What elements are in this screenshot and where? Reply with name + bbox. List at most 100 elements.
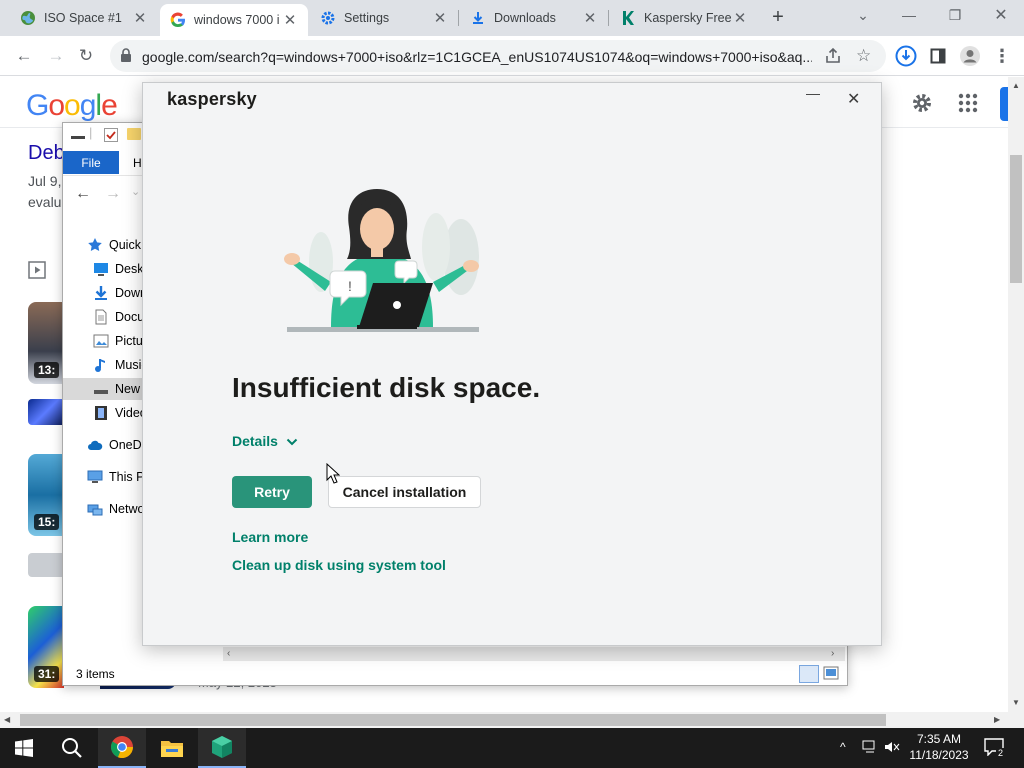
close-tab-icon[interactable]: ✕ bbox=[282, 11, 298, 29]
new-folder-icon[interactable] bbox=[127, 128, 141, 140]
minimize-button[interactable]: — bbox=[803, 85, 823, 101]
cancel-installation-button[interactable]: Cancel installation bbox=[328, 476, 481, 508]
result-title-link[interactable]: Deb bbox=[28, 142, 65, 165]
music-note-icon bbox=[93, 357, 109, 373]
google-logo[interactable]: Google bbox=[26, 89, 118, 123]
scrollbar-thumb[interactable] bbox=[20, 714, 886, 726]
volume-muted-icon[interactable] bbox=[884, 740, 900, 757]
new-tab-button[interactable]: + bbox=[766, 6, 790, 30]
close-tab-icon[interactable]: ✕ bbox=[432, 9, 448, 27]
details-toggle[interactable]: Details bbox=[232, 433, 298, 449]
nav-music[interactable]: Music bbox=[93, 354, 148, 376]
confused-woman-illustration: ! bbox=[284, 189, 479, 332]
globe-icon bbox=[20, 10, 36, 26]
details-view-icon[interactable] bbox=[799, 665, 819, 683]
system-clock[interactable]: 7:35 AM 11/18/2023 bbox=[904, 731, 974, 763]
file-explorer-taskbar-icon[interactable] bbox=[148, 728, 196, 768]
lock-icon[interactable] bbox=[120, 48, 132, 65]
url-text[interactable]: google.com/search?q=windows+7000+iso&rlz… bbox=[142, 49, 812, 65]
side-panel-icon[interactable] bbox=[926, 44, 950, 68]
item-count-status: 3 items bbox=[76, 667, 115, 681]
retry-button[interactable]: Retry bbox=[232, 476, 312, 508]
close-tab-icon[interactable]: ✕ bbox=[132, 9, 148, 27]
video-duration: 31: bbox=[34, 666, 60, 682]
horizontal-scrollbar[interactable]: ◀ ▶ bbox=[0, 712, 1024, 728]
scroll-up-icon[interactable]: ▲ bbox=[1012, 81, 1020, 90]
drive-icon bbox=[93, 381, 109, 397]
scrollbar-thumb[interactable] bbox=[1010, 155, 1022, 283]
kaspersky-taskbar-icon[interactable] bbox=[198, 728, 246, 768]
search-icon[interactable] bbox=[48, 728, 96, 768]
chrome-taskbar-icon[interactable] bbox=[98, 728, 146, 768]
close-tab-icon[interactable]: ✕ bbox=[732, 9, 748, 27]
kaspersky-installer-window: kaspersky — ✕ ! Insufficient disk space.… bbox=[142, 82, 882, 646]
close-button[interactable]: ✕ bbox=[847, 89, 860, 109]
tab-separator bbox=[458, 10, 459, 26]
nav-desktop[interactable]: Deskt bbox=[93, 258, 147, 280]
document-icon bbox=[93, 309, 109, 325]
video-thumbnail[interactable] bbox=[28, 399, 64, 425]
profile-avatar-icon[interactable] bbox=[958, 44, 982, 68]
video-duration: 13: bbox=[34, 362, 60, 378]
back-arrow-icon[interactable]: ← bbox=[12, 44, 36, 68]
tab-iso-space[interactable]: ISO Space #1 ✕ bbox=[10, 0, 158, 36]
vertical-scrollbar[interactable]: ▲ ▼ bbox=[1008, 77, 1024, 714]
tab-downloads[interactable]: Downloads ✕ bbox=[460, 0, 608, 36]
nav-videos[interactable]: Video bbox=[93, 402, 147, 424]
tab-search-chevron-icon[interactable]: ⌄ bbox=[840, 0, 886, 30]
back-arrow-icon[interactable]: ← bbox=[75, 185, 91, 203]
recent-chevron-icon[interactable]: ⌄ bbox=[131, 185, 140, 198]
windows-taskbar: ^ 7:35 AM 11/18/2023 2 bbox=[0, 728, 1024, 768]
file-menu-tab[interactable]: File bbox=[63, 151, 119, 174]
settings-gear-icon[interactable] bbox=[910, 91, 934, 118]
scroll-right-icon[interactable]: › bbox=[831, 648, 834, 659]
network-status-icon[interactable] bbox=[862, 740, 878, 757]
sign-in-button[interactable] bbox=[1000, 87, 1008, 121]
video-thumbnail[interactable] bbox=[28, 553, 64, 577]
google-icon bbox=[170, 12, 186, 28]
forward-arrow-icon[interactable]: → bbox=[105, 185, 121, 203]
bookmark-star-icon[interactable]: ☆ bbox=[856, 46, 871, 66]
nav-documents[interactable]: Docu bbox=[93, 306, 144, 328]
reload-icon[interactable]: ↻ bbox=[74, 44, 98, 68]
show-hidden-icons-chevron[interactable]: ^ bbox=[840, 740, 846, 754]
start-button[interactable] bbox=[0, 728, 48, 768]
scroll-down-icon[interactable]: ▼ bbox=[1012, 698, 1020, 707]
download-status-icon[interactable] bbox=[894, 44, 918, 68]
tab-settings[interactable]: Settings ✕ bbox=[310, 0, 458, 36]
scroll-left-icon[interactable]: ‹ bbox=[227, 648, 230, 659]
tab-google-search[interactable]: windows 7000 i ✕ bbox=[160, 4, 308, 36]
address-bar[interactable]: google.com/search?q=windows+7000+iso&rlz… bbox=[110, 40, 886, 72]
share-icon[interactable] bbox=[824, 47, 842, 68]
learn-more-link[interactable]: Learn more bbox=[232, 529, 308, 545]
star-icon bbox=[87, 237, 103, 253]
scroll-left-icon[interactable]: ◀ bbox=[4, 715, 10, 724]
chrome-menu-icon[interactable]: ⋮ bbox=[990, 44, 1014, 68]
cleanup-disk-link[interactable]: Clean up disk using system tool bbox=[232, 557, 446, 573]
close-window-button[interactable]: ✕ bbox=[978, 0, 1024, 30]
cloud-icon bbox=[87, 437, 103, 453]
tab-kaspersky[interactable]: Kaspersky Free ✕ bbox=[610, 0, 758, 36]
google-apps-icon[interactable] bbox=[958, 93, 978, 116]
nav-onedrive[interactable]: OneDri bbox=[87, 434, 149, 456]
minimize-button[interactable]: — bbox=[886, 0, 932, 30]
nav-network[interactable]: Netwo bbox=[87, 498, 144, 520]
film-icon bbox=[93, 405, 109, 421]
explorer-hscrollbar[interactable]: ‹ › bbox=[223, 647, 845, 661]
clock-time: 7:35 AM bbox=[916, 732, 962, 746]
kaspersky-logo: kaspersky bbox=[167, 89, 257, 109]
restore-button[interactable]: ❐ bbox=[932, 0, 978, 30]
properties-check-icon[interactable] bbox=[103, 127, 119, 146]
nav-downloads[interactable]: Down bbox=[93, 282, 147, 304]
large-icons-view-icon[interactable] bbox=[823, 666, 841, 682]
clock-date: 11/18/2023 bbox=[909, 748, 969, 762]
toolbar-separator: | bbox=[89, 125, 93, 140]
scroll-right-icon[interactable]: ▶ bbox=[994, 715, 1000, 724]
nav-pictures[interactable]: Pictu bbox=[93, 330, 143, 352]
video-duration: 15: bbox=[34, 514, 60, 530]
close-tab-icon[interactable]: ✕ bbox=[582, 9, 598, 27]
notification-count-badge: 2 bbox=[996, 748, 1006, 758]
result-snippet: evalu bbox=[28, 194, 62, 210]
forward-arrow-icon[interactable]: → bbox=[44, 44, 68, 68]
svg-text:!: ! bbox=[348, 278, 352, 294]
